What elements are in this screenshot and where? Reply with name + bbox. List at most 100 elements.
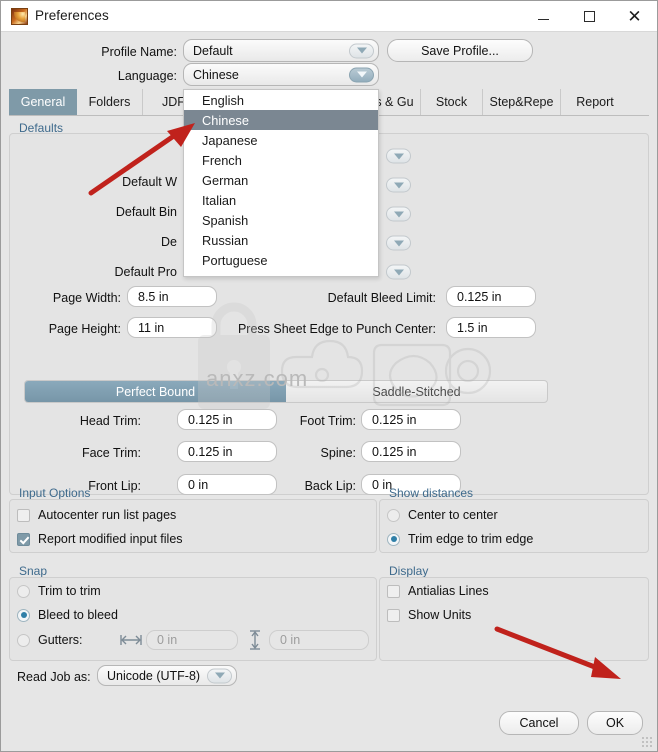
head-trim-label: Head Trim:: [79, 414, 141, 428]
language-option-spanish[interactable]: Spanish: [184, 210, 378, 230]
chevron-down-icon: [393, 182, 404, 188]
page-width-input[interactable]: 8.5 in: [127, 286, 217, 307]
radio-bleed-to-bleed[interactable]: Bleed to bleed: [17, 608, 118, 622]
tab-stock[interactable]: Stock: [421, 89, 483, 115]
punch-center-label: Press Sheet Edge to Punch Center:: [237, 322, 436, 336]
checkbox-icon[interactable]: [387, 608, 400, 622]
checkbox-icon[interactable]: [387, 584, 400, 598]
maximize-button[interactable]: [567, 1, 612, 31]
checkbox-icon[interactable]: [17, 508, 30, 522]
spine-input[interactable]: 0.125 in: [361, 441, 461, 462]
face-trim-label: Face Trim:: [81, 446, 141, 460]
default-row-3-label: De: [161, 235, 177, 249]
radio-center-to-center[interactable]: Center to center: [387, 508, 498, 522]
language-option-english[interactable]: English: [184, 90, 378, 110]
radio-trim-to-trim[interactable]: Trim to trim: [17, 584, 101, 598]
front-lip-input[interactable]: 0 in: [177, 474, 277, 495]
chevron-down-button[interactable]: [386, 264, 411, 280]
default-row-4-combo[interactable]: [379, 262, 411, 282]
radio-icon[interactable]: [17, 633, 30, 647]
radio-icon[interactable]: [387, 508, 400, 522]
language-option-japanese[interactable]: Japanese: [184, 130, 378, 150]
foot-trim-label: Foot Trim:: [299, 414, 356, 428]
tab-report[interactable]: Report: [561, 89, 629, 115]
save-profile-button[interactable]: Save Profile...: [387, 39, 533, 62]
language-option-chinese[interactable]: Chinese: [184, 110, 378, 130]
radio-label: Gutters:: [38, 633, 83, 647]
chevron-down-button[interactable]: [386, 206, 411, 222]
checkbox-antialias-lines[interactable]: Antialias Lines: [387, 584, 489, 598]
default-row-0-combo[interactable]: [379, 146, 411, 166]
default-row-1-label: Default W: [122, 175, 177, 189]
default-row-4-label: Default Pro: [114, 265, 177, 279]
maximize-icon: [584, 10, 595, 22]
chevron-down-icon: [393, 211, 404, 217]
language-option-german[interactable]: German: [184, 170, 378, 190]
language-dropdown-arrow[interactable]: [349, 67, 374, 82]
language-combo[interactable]: Chinese: [183, 63, 379, 86]
minimize-icon: [538, 18, 549, 20]
minimize-button[interactable]: [521, 1, 566, 31]
language-option-italian[interactable]: Italian: [184, 190, 378, 210]
profile-name-label: Profile Name:: [101, 45, 177, 59]
chevron-down-icon: [393, 269, 404, 275]
cancel-button[interactable]: Cancel: [499, 711, 579, 735]
gutter-horizontal-input[interactable]: 0 in: [146, 630, 238, 650]
tab-step-repeat[interactable]: Step&Repe: [483, 89, 561, 115]
gutter-vertical-input[interactable]: 0 in: [269, 630, 369, 650]
read-job-as-combo[interactable]: Unicode (UTF-8): [97, 665, 237, 686]
face-trim-input[interactable]: 0.125 in: [177, 441, 277, 462]
language-dropdown-list[interactable]: English Chinese Japanese French German I…: [183, 89, 379, 277]
default-row-2-combo[interactable]: [379, 204, 411, 224]
bleed-limit-input[interactable]: 0.125 in: [446, 286, 536, 307]
default-row-3-combo[interactable]: [379, 233, 411, 253]
bleed-limit-label: Default Bleed Limit:: [327, 291, 436, 305]
radio-trim-edge-to-trim-edge[interactable]: Trim edge to trim edge: [387, 532, 533, 546]
punch-center-input[interactable]: 1.5 in: [446, 317, 536, 338]
radio-label: Center to center: [408, 508, 498, 522]
default-row-1-combo[interactable]: [379, 175, 411, 195]
page-height-label: Page Height:: [48, 322, 121, 336]
spine-label: Spine:: [320, 446, 356, 460]
resize-grip[interactable]: [641, 736, 653, 748]
chevron-down-button[interactable]: [386, 148, 411, 164]
checkbox-autocenter-run-list-pages[interactable]: Autocenter run list pages: [17, 508, 176, 522]
chevron-down-button[interactable]: [386, 235, 411, 251]
radio-icon[interactable]: [17, 608, 30, 622]
chevron-down-icon: [356, 71, 367, 78]
title-bar: Preferences ✕: [1, 1, 657, 32]
show-distances-group-label: Show distances: [389, 486, 474, 500]
close-button[interactable]: ✕: [612, 1, 657, 31]
checkbox-label: Report modified input files: [38, 532, 183, 546]
language-option-french[interactable]: French: [184, 150, 378, 170]
profile-name-combo[interactable]: Default: [183, 39, 379, 62]
tab-general[interactable]: General: [9, 89, 77, 115]
radio-icon[interactable]: [387, 532, 400, 546]
foot-trim-input[interactable]: 0.125 in: [361, 409, 461, 430]
language-option-russian[interactable]: Russian: [184, 230, 378, 250]
read-job-as-value: Unicode (UTF-8): [107, 668, 201, 683]
radio-icon[interactable]: [17, 584, 30, 598]
checkbox-report-modified-input-files[interactable]: Report modified input files: [17, 532, 183, 546]
chevron-down-button[interactable]: [386, 177, 411, 193]
profile-name-value: Default: [193, 43, 233, 58]
chevron-down-icon: [214, 672, 225, 679]
chevron-down-icon: [393, 153, 404, 159]
radio-gutters[interactable]: Gutters:: [17, 633, 82, 647]
binding-perfect-bound-option[interactable]: Perfect Bound: [25, 381, 286, 402]
display-group-label: Display: [389, 564, 429, 578]
preferences-window: Preferences ✕ Profile Name: Default Save…: [0, 0, 658, 752]
profile-name-dropdown-arrow[interactable]: [349, 43, 374, 58]
checkbox-show-units[interactable]: Show Units: [387, 608, 471, 622]
head-trim-input[interactable]: 0.125 in: [177, 409, 277, 430]
chevron-down-icon: [356, 47, 367, 54]
language-label: Language:: [117, 69, 177, 83]
tab-folders[interactable]: Folders: [77, 89, 143, 115]
read-job-dropdown-arrow[interactable]: [207, 668, 232, 683]
checkbox-icon[interactable]: [17, 532, 30, 546]
binding-saddle-stitched-option[interactable]: Saddle-Stitched: [286, 381, 547, 402]
page-width-label: Page Width:: [52, 291, 121, 305]
ok-button[interactable]: OK: [587, 711, 643, 735]
language-option-portuguese[interactable]: Portuguese: [184, 250, 378, 270]
binding-style-toggle[interactable]: Perfect Bound Saddle-Stitched: [24, 380, 548, 403]
